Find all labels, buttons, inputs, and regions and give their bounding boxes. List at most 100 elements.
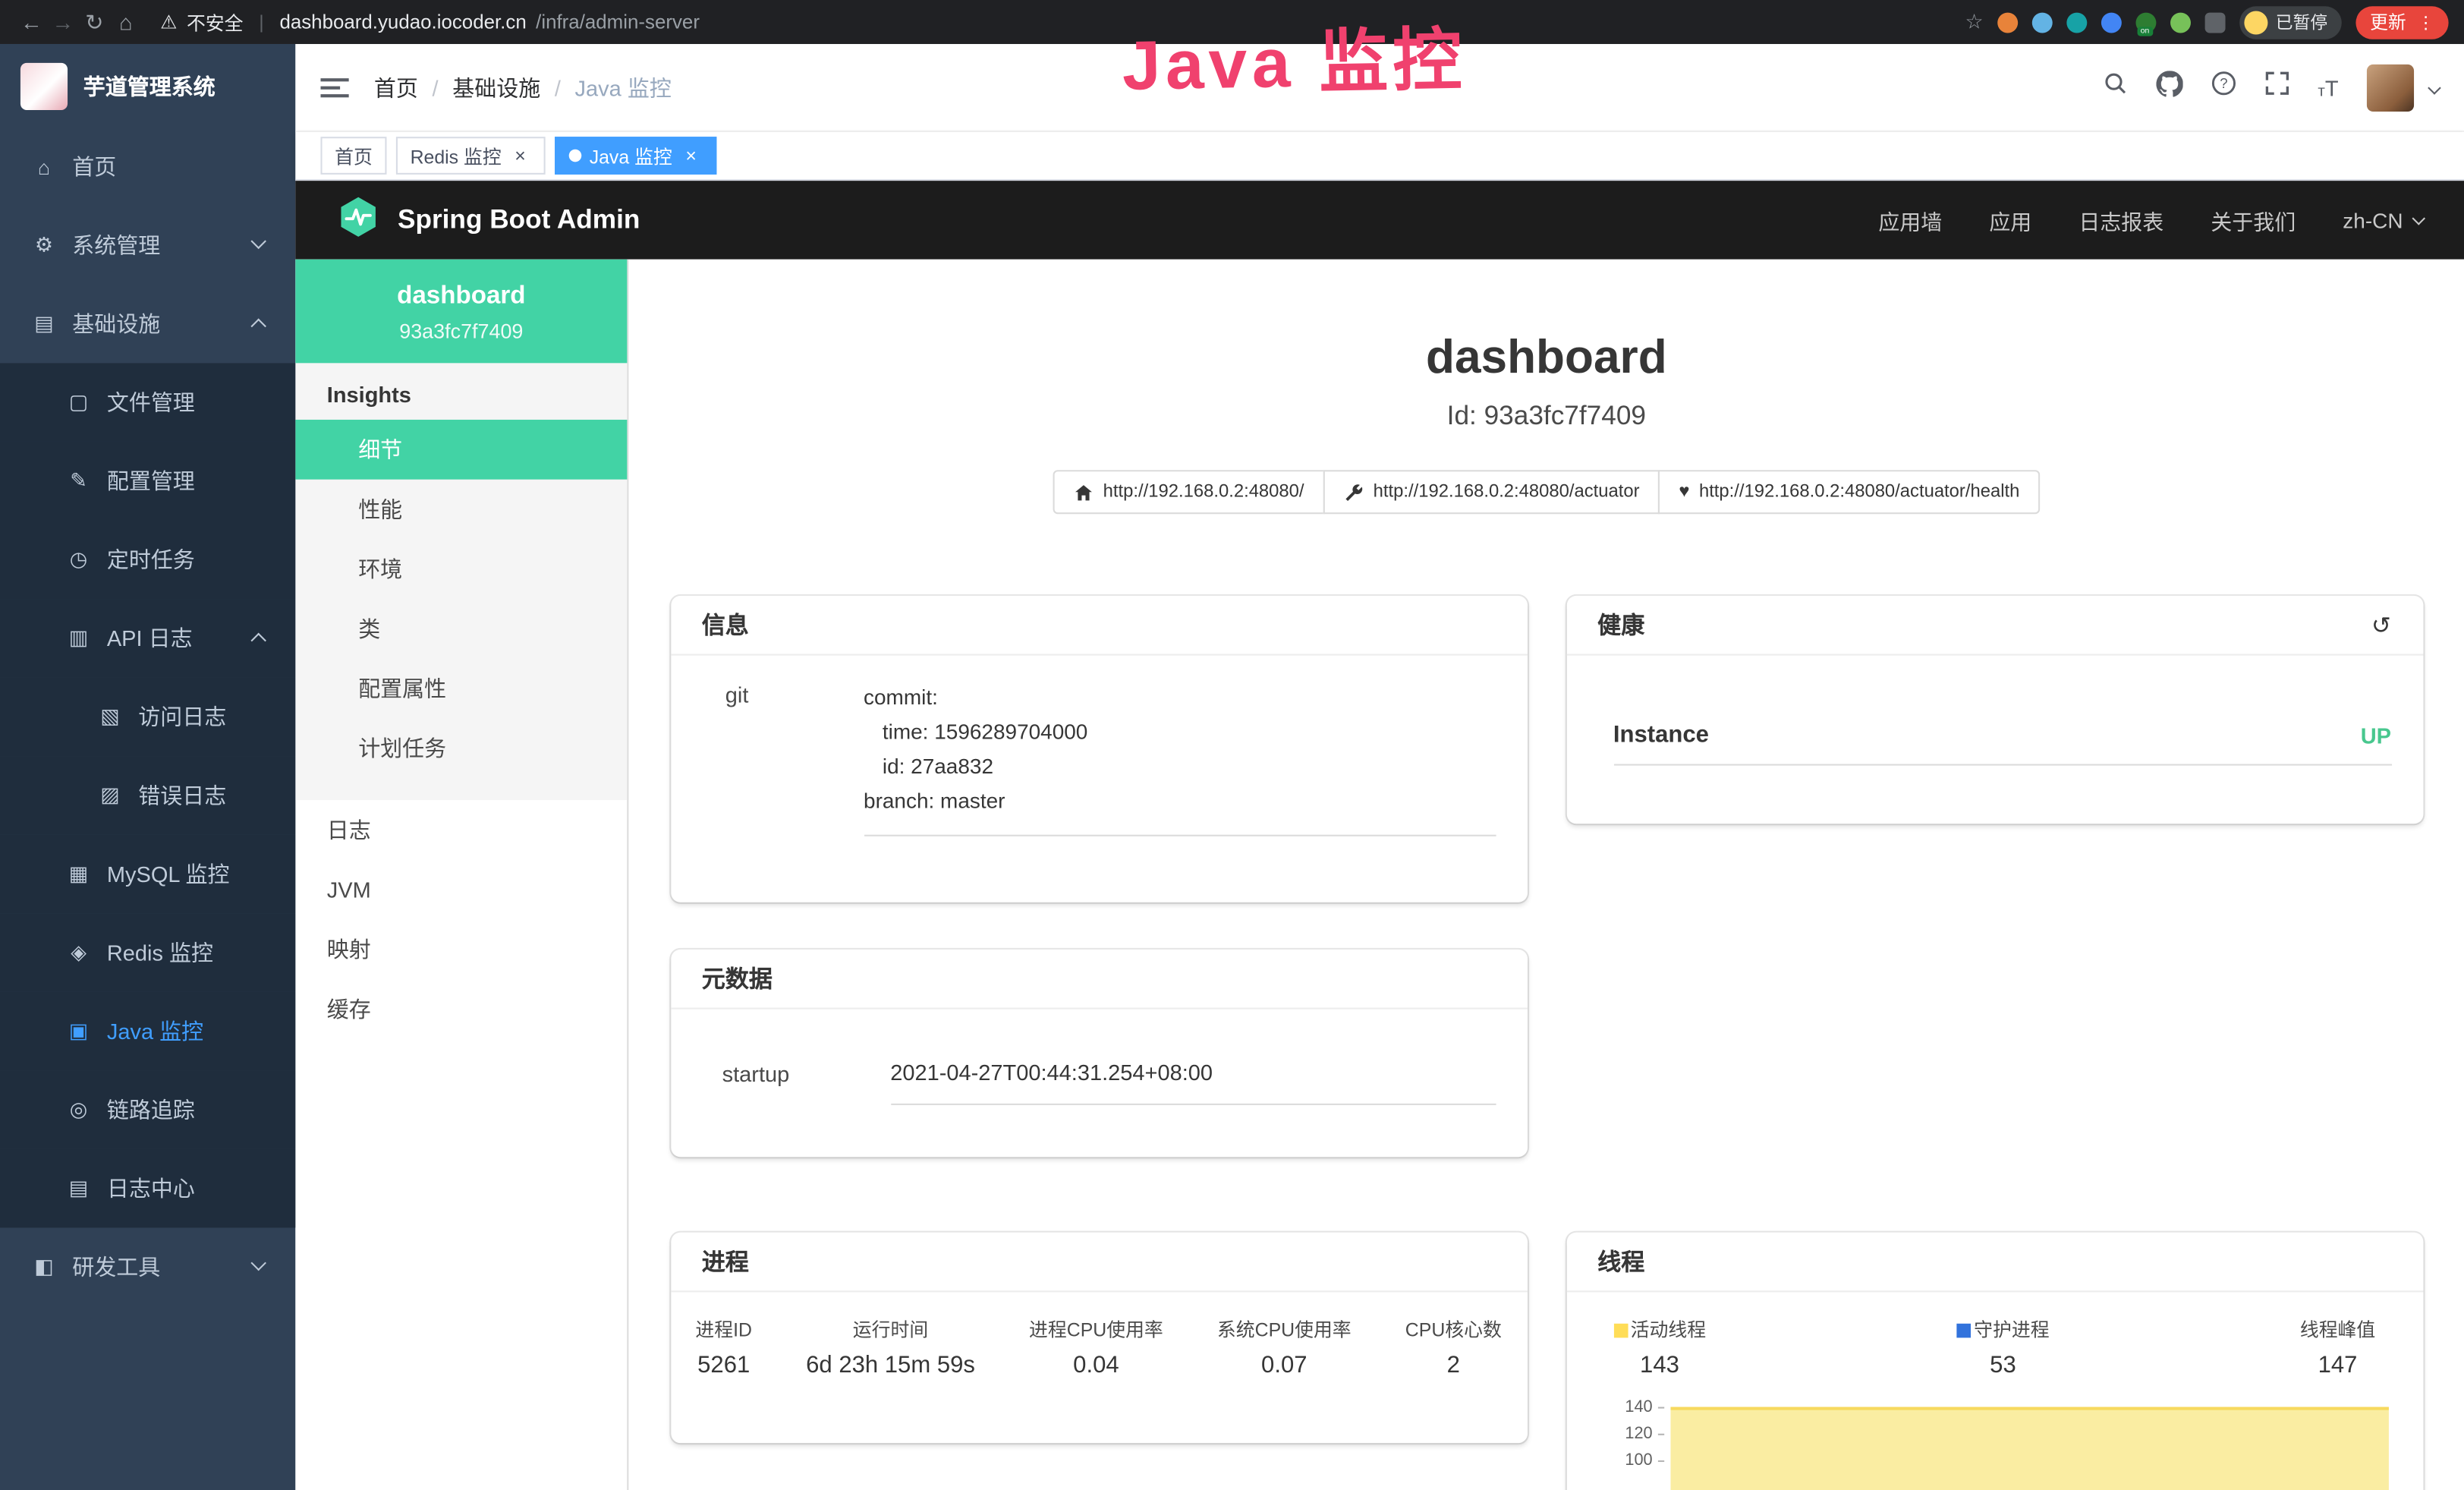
back-icon[interactable]: ← bbox=[16, 9, 47, 34]
app-sidebar: 芋道管理系统 ⌂ 首页 ⚙ 系统管理 ▤ 基础设施 ▢ 文件管理 ✎ bbox=[0, 44, 295, 1490]
sidebar-item-config-management[interactable]: ✎ 配置管理 bbox=[0, 442, 295, 521]
health-url-link[interactable]: ♥ http://192.168.0.2:48080/actuator/heal… bbox=[1658, 470, 2040, 514]
extension-icon[interactable] bbox=[1997, 12, 2018, 33]
reload-icon[interactable]: ↻ bbox=[79, 8, 110, 35]
chevron-up-icon bbox=[250, 633, 266, 649]
security-warning-icon[interactable]: ⚠ bbox=[160, 11, 177, 33]
sba-logo-icon bbox=[336, 194, 380, 246]
metadata-row-value: 2021-04-27T00:44:31.254+08:00 bbox=[890, 1060, 1495, 1105]
breadcrumb-home[interactable]: 首页 bbox=[374, 71, 418, 102]
tab-redis-monitor[interactable]: Redis 监控 × bbox=[396, 137, 546, 175]
sba-item-mappings[interactable]: 映射 bbox=[295, 920, 627, 980]
sidebar-item-mysql-monitor[interactable]: ▦ MySQL 监控 bbox=[0, 835, 295, 914]
sba-item-config-props[interactable]: 配置属性 bbox=[295, 659, 627, 719]
process-stat: CPU核心数 2 bbox=[1405, 1314, 1502, 1378]
sidebar-item-scheduled-jobs[interactable]: ◷ 定时任务 bbox=[0, 521, 295, 600]
sidebar-item-trace[interactable]: ◎ 链路追踪 bbox=[0, 1070, 295, 1149]
fullscreen-icon[interactable] bbox=[2264, 71, 2289, 103]
chrome-menu-icon[interactable]: ⋮ bbox=[2417, 12, 2434, 33]
threads-legend-daemon: 守护进程 53 bbox=[1956, 1314, 2049, 1378]
legend-swatch-blue bbox=[1956, 1324, 1971, 1338]
sba-item-logs[interactable]: 日志 bbox=[295, 800, 627, 860]
forward-icon[interactable]: → bbox=[47, 9, 78, 34]
search-icon[interactable] bbox=[2103, 71, 2128, 103]
sba-instance-header[interactable]: dashboard 93a3fc7f7409 bbox=[295, 260, 627, 364]
chrome-update-button[interactable]: 更新 ⋮ bbox=[2355, 5, 2448, 38]
page-instance-id: Id: 93a3fc7f7409 bbox=[628, 398, 2464, 436]
update-label: 更新 bbox=[2370, 9, 2406, 34]
legend-swatch-yellow bbox=[1613, 1324, 1628, 1338]
app-navbar: 首页 / 基础设施 / Java 监控 ? bbox=[295, 44, 2464, 132]
tab-home[interactable]: 首页 bbox=[320, 137, 386, 175]
extension-icon[interactable] bbox=[2032, 12, 2053, 33]
home-icon[interactable]: ⌂ bbox=[110, 9, 141, 34]
wrench-icon bbox=[1343, 482, 1364, 502]
sidebar-item-home[interactable]: ⌂ 首页 bbox=[0, 128, 295, 206]
avatar-caret-icon[interactable] bbox=[2428, 80, 2441, 94]
metadata-row-label: startup bbox=[722, 1060, 891, 1105]
sidebar-item-infrastructure[interactable]: ▤ 基础设施 bbox=[0, 285, 295, 364]
close-icon[interactable]: × bbox=[509, 145, 531, 167]
health-card-title: 健康 bbox=[1597, 608, 1644, 641]
actuator-url-link[interactable]: http://192.168.0.2:48080/actuator bbox=[1323, 470, 1660, 514]
security-warning-label: 不安全 bbox=[187, 8, 244, 35]
extension-icon[interactable] bbox=[2170, 12, 2191, 33]
process-stat: 进程ID 5261 bbox=[695, 1314, 752, 1378]
sba-nav-journal[interactable]: 日志报表 bbox=[2079, 204, 2163, 235]
metadata-card: 元数据 startup 2021-04-27T00:44:31.254+08:0… bbox=[670, 950, 1527, 1157]
access-log-icon: ▧ bbox=[97, 704, 122, 729]
sba-item-caches[interactable]: 缓存 bbox=[295, 979, 627, 1039]
sidebar-item-api-logs[interactable]: ▥ API 日志 bbox=[0, 599, 295, 678]
navbar-actions: ? тT bbox=[2103, 64, 2440, 111]
address-bar[interactable]: ⚠ 不安全 | dashboard.yudao.iocoder.cn/infra… bbox=[160, 8, 1965, 35]
sidebar-item-redis-monitor[interactable]: ◈ Redis 监控 bbox=[0, 913, 295, 992]
font-size-icon[interactable]: тT bbox=[2318, 74, 2338, 99]
page-title: dashboard bbox=[628, 326, 2464, 392]
sba-nav-applications[interactable]: 应用 bbox=[1989, 204, 2031, 235]
extension-icon[interactable] bbox=[2066, 12, 2087, 33]
extension-icon[interactable]: on bbox=[2135, 12, 2156, 33]
redis-icon: ◈ bbox=[66, 940, 91, 965]
threads-legend-live: 活动线程 143 bbox=[1613, 1314, 1706, 1378]
sba-item-details[interactable]: 细节 bbox=[295, 420, 627, 480]
hamburger-icon[interactable] bbox=[320, 73, 348, 101]
history-icon[interactable]: ↺ bbox=[2371, 611, 2391, 639]
process-stat: 进程CPU使用率 0.04 bbox=[1029, 1314, 1163, 1378]
screen: ← → ↻ ⌂ ⚠ 不安全 | dashboard.yudao.iocoder.… bbox=[0, 0, 2464, 1490]
health-instance-label: Instance bbox=[1613, 722, 1709, 748]
gear-icon: ⚙ bbox=[31, 233, 56, 258]
sidebar-item-java-monitor[interactable]: ▣ Java 监控 bbox=[0, 992, 295, 1071]
sidebar-item-error-logs[interactable]: ▨ 错误日志 bbox=[0, 756, 295, 835]
profile-paused-badge[interactable]: 已暂停 bbox=[2239, 5, 2342, 38]
sba-item-classes[interactable]: 类 bbox=[295, 599, 627, 659]
sidebar-item-dev-tools[interactable]: ◧ 研发工具 bbox=[0, 1227, 295, 1306]
extension-icon[interactable] bbox=[2101, 12, 2122, 33]
sba-language-select[interactable]: zh-CN bbox=[2343, 208, 2423, 232]
process-stat: 运行时间 6d 23h 15m 59s bbox=[806, 1314, 975, 1378]
bookmark-star-icon[interactable]: ☆ bbox=[1965, 9, 1983, 34]
breadcrumb-infrastructure[interactable]: 基础设施 bbox=[452, 71, 540, 102]
sidebar-item-file-management[interactable]: ▢ 文件管理 bbox=[0, 363, 295, 442]
sba-item-scheduled-tasks[interactable]: 计划任务 bbox=[295, 718, 627, 778]
sba-item-performance[interactable]: 性能 bbox=[295, 480, 627, 540]
close-icon[interactable]: × bbox=[680, 145, 702, 167]
sidebar-item-access-logs[interactable]: ▧ 访问日志 bbox=[0, 678, 295, 757]
health-row[interactable]: Instance UP bbox=[1613, 722, 2391, 748]
service-url-link[interactable]: http://192.168.0.2:48080/ bbox=[1053, 470, 1324, 514]
github-icon[interactable] bbox=[2156, 70, 2182, 105]
help-icon[interactable]: ? bbox=[2211, 71, 2236, 103]
sba-item-jvm[interactable]: JVM bbox=[295, 860, 627, 920]
extensions-puzzle-icon[interactable] bbox=[2205, 12, 2226, 33]
sba-nav-about[interactable]: 关于我们 bbox=[2211, 204, 2296, 235]
process-card: 进程 进程ID 5261 运行时间 6d 23h 15m 5 bbox=[670, 1233, 1527, 1444]
user-avatar[interactable] bbox=[2367, 64, 2414, 111]
sba-item-environment[interactable]: 环境 bbox=[295, 539, 627, 599]
sidebar-item-system-management[interactable]: ⚙ 系统管理 bbox=[0, 206, 295, 285]
tab-java-monitor[interactable]: Java 监控 × bbox=[555, 137, 716, 175]
tools-icon: ◧ bbox=[31, 1255, 56, 1280]
sidebar-item-log-center[interactable]: ▤ 日志中心 bbox=[0, 1149, 295, 1228]
breadcrumb: 首页 / 基础设施 / Java 监控 bbox=[374, 71, 672, 102]
sba-sidebar: dashboard 93a3fc7f7409 Insights 细节 性能 环境… bbox=[295, 260, 628, 1490]
sba-nav-wallboard[interactable]: 应用墙 bbox=[1878, 204, 1942, 235]
process-card-title: 进程 bbox=[702, 1245, 749, 1277]
